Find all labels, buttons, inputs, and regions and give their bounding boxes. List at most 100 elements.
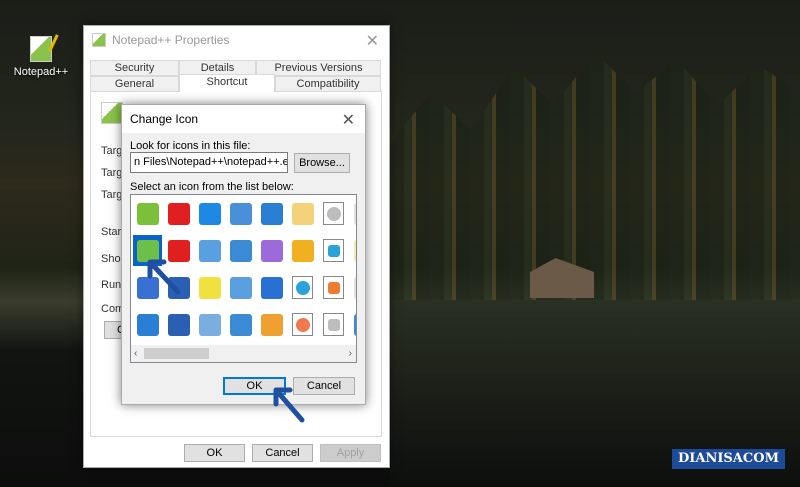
icon-option[interactable] [350, 309, 356, 340]
apply-button: Apply [320, 444, 381, 462]
cut-icon [198, 202, 221, 225]
scroll-thumb[interactable] [144, 348, 209, 359]
save-doc-icon [198, 239, 221, 262]
edit-doc-icon [136, 276, 159, 299]
close-icon[interactable]: ✕ [342, 110, 355, 130]
icon-option[interactable] [164, 309, 193, 340]
save-icon [167, 276, 190, 299]
blue-circle-icon [295, 280, 310, 295]
icon-option[interactable] [164, 235, 193, 266]
target-type-label: Targ [101, 145, 123, 157]
shortcut-icon [101, 102, 123, 124]
undo-icon [198, 313, 221, 336]
change-icon-dialog: Change Icon ✕ Look for icons in this fil… [121, 104, 366, 405]
redo-icon [229, 202, 252, 225]
dialog-titlebar: Change Icon [122, 105, 365, 133]
horizontal-scrollbar[interactable]: ‹ › [131, 345, 356, 362]
notepadpp-icon [92, 33, 106, 47]
icon-option[interactable] [257, 235, 286, 266]
orange-square-icon [327, 281, 340, 294]
watermark-logo: DIANISACOM [672, 449, 785, 469]
icon-option[interactable] [195, 198, 224, 229]
icon-option[interactable] [319, 198, 348, 229]
icon-option[interactable] [195, 272, 224, 303]
save-all-icon [167, 313, 190, 336]
grey-circle-icon [326, 206, 341, 221]
icon-option[interactable] [288, 198, 317, 229]
window-title: Notepad++ Properties [112, 33, 230, 47]
folder-open-icon [136, 313, 159, 336]
icon-option[interactable] [133, 309, 162, 340]
file-label: Look for icons in this file: [130, 140, 251, 152]
icon-option[interactable] [226, 198, 255, 229]
partial-icon [353, 313, 356, 336]
icon-option[interactable] [319, 272, 348, 303]
icon-option[interactable] [195, 235, 224, 266]
icon-option[interactable] [133, 198, 162, 229]
icon-option[interactable] [288, 235, 317, 266]
icon-option[interactable] [257, 198, 286, 229]
icon-option[interactable] [133, 235, 162, 266]
find-icon [260, 202, 283, 225]
icon-option[interactable] [226, 309, 255, 340]
icon-option[interactable] [226, 272, 255, 303]
icon-option[interactable] [133, 272, 162, 303]
icon-option[interactable] [164, 198, 193, 229]
pilcrow-icon [260, 313, 283, 336]
dialog-title: Change Icon [130, 112, 199, 126]
desktop-icon-notepadpp[interactable]: Notepad++ [12, 36, 70, 78]
notepadpp-icon [30, 36, 52, 62]
partial-icon [353, 202, 356, 225]
icon-option[interactable] [164, 272, 193, 303]
icon-option[interactable] [319, 309, 348, 340]
print-folder-icon [260, 276, 283, 299]
zoom-in-icon [229, 313, 252, 336]
icon-option[interactable] [195, 309, 224, 340]
tab-security[interactable]: Security [90, 60, 179, 76]
close-all-icon [167, 239, 190, 262]
icon-option[interactable] [257, 309, 286, 340]
icon-option[interactable] [350, 235, 356, 266]
tab-general[interactable]: General [90, 76, 179, 92]
icon-file-input[interactable]: n Files\Notepad++\notepad++.exe [130, 152, 288, 173]
icon-option[interactable] [350, 198, 356, 229]
partial-icon [353, 239, 356, 262]
icon-option[interactable] [288, 272, 317, 303]
icon-option[interactable] [350, 272, 356, 303]
doc-map-icon [260, 239, 283, 262]
dialog-cancel-button[interactable]: Cancel [293, 377, 355, 395]
target-location-label: Targ [101, 167, 123, 179]
list-label: Select an icon from the list below: [130, 181, 294, 193]
find-doc-icon [229, 239, 252, 262]
cancel-button[interactable]: Cancel [252, 444, 313, 462]
notepad-icon [136, 202, 159, 225]
close-icon[interactable]: ✕ [366, 31, 379, 51]
icon-option[interactable] [226, 235, 255, 266]
icon-option[interactable] [288, 309, 317, 340]
notes-icon [291, 202, 314, 225]
browse-button[interactable]: Browse... [294, 153, 350, 173]
icon-option[interactable] [319, 235, 348, 266]
tab-shortcut[interactable]: Shortcut [179, 74, 275, 92]
desktop-icon-label: Notepad++ [13, 66, 69, 78]
dialog-ok-button[interactable]: OK [223, 377, 286, 395]
orange-circle-icon [295, 317, 310, 332]
icon-option[interactable] [257, 272, 286, 303]
pen-find-icon [229, 276, 252, 299]
grey-square-icon [327, 318, 340, 331]
scroll-left-icon[interactable]: ‹ [134, 348, 137, 359]
chameleon-icon [136, 239, 159, 262]
delete-doc-icon [167, 202, 190, 225]
blue-square-icon [327, 244, 340, 257]
icon-list[interactable]: ‹ › [130, 194, 357, 363]
ok-button[interactable]: OK [184, 444, 245, 462]
scroll-right-icon[interactable]: › [349, 348, 352, 359]
properties-titlebar: Notepad++ Properties [84, 26, 389, 54]
icon-grid [133, 198, 356, 346]
forest-background [390, 53, 800, 300]
partial-icon [353, 276, 356, 299]
highlight-doc-icon [198, 276, 221, 299]
tab-compatibility[interactable]: Compatibility [275, 76, 381, 92]
target-label: Targ [101, 189, 123, 201]
sync-icon [291, 239, 314, 262]
